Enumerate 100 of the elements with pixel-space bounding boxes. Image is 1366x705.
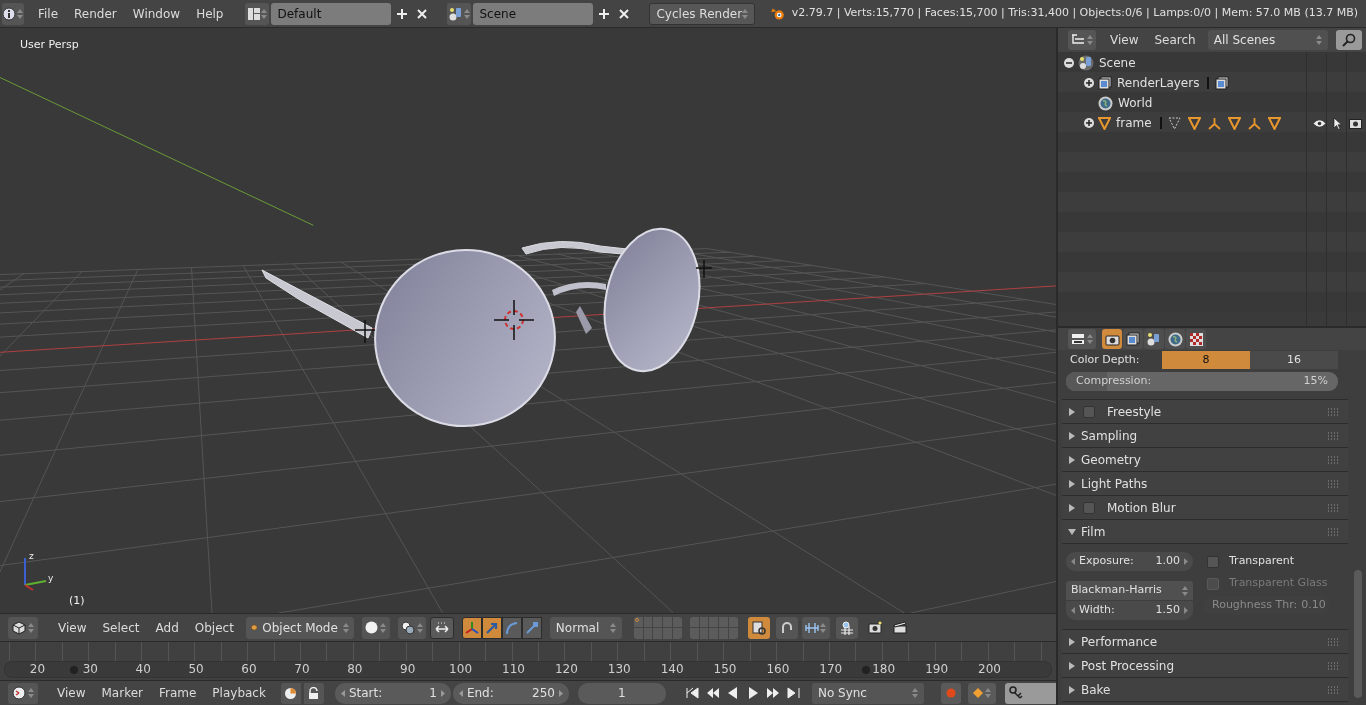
exposure-field[interactable]: Exposure: 1.00	[1066, 552, 1193, 571]
frame-ruler[interactable]: 20 30 40 50 60 70 80 90 100 110 120 130 140 150 160 170 180 190 200	[4, 661, 1052, 678]
camera-icon[interactable]	[1349, 117, 1362, 129]
editor-type-button[interactable]	[8, 616, 38, 639]
manipulator-button[interactable]	[481, 616, 502, 639]
editor-type-button[interactable]	[1068, 329, 1096, 349]
menu-item[interactable]: Search	[1146, 29, 1204, 51]
editor-type-button[interactable]	[1068, 30, 1096, 50]
pivot-dropdown[interactable]	[397, 616, 426, 639]
left-arrow-icon[interactable]	[1071, 607, 1075, 614]
transform-mode-button[interactable]	[429, 616, 454, 639]
menu-item[interactable]: Frame	[150, 682, 205, 704]
menu-item[interactable]: Add	[147, 616, 187, 639]
minus-icon	[1065, 59, 1073, 67]
menu-item[interactable]: View	[50, 616, 95, 639]
current-frame-field[interactable]: 1	[577, 682, 666, 704]
menu-item[interactable]: Playback	[204, 682, 274, 704]
color-depth-option[interactable]: 8	[1162, 351, 1250, 369]
drag-handle-icon	[1328, 431, 1340, 440]
properties-tab[interactable]	[1123, 329, 1143, 349]
triangle-icon	[1098, 116, 1111, 130]
right-arrow-icon[interactable]	[1184, 607, 1188, 614]
manipulator-button[interactable]	[521, 616, 542, 639]
updown-icon	[1087, 333, 1093, 345]
lock-range-button[interactable]	[303, 682, 324, 704]
search-icon	[1342, 33, 1356, 47]
info-editor-button[interactable]	[2, 2, 24, 25]
properties-tab[interactable]	[1165, 329, 1185, 349]
view-name-label: User Persp	[20, 37, 79, 53]
compression-slider[interactable]: Compression: 15%	[1066, 372, 1338, 391]
previous-keyframe-icon	[705, 686, 720, 700]
menu-item[interactable]: Select	[94, 616, 148, 639]
layer-button[interactable]	[633, 616, 643, 627]
menu-item[interactable]: File	[29, 2, 67, 25]
properties-tab[interactable]	[1102, 329, 1122, 349]
axes-toggle[interactable]	[461, 616, 482, 639]
layout-selector[interactable]	[245, 2, 270, 25]
layout-name-field[interactable]: Default	[271, 2, 392, 25]
menu-item[interactable]: View	[1102, 29, 1147, 51]
properties-tab[interactable]	[1144, 329, 1164, 349]
menu-item[interactable]: Render	[66, 2, 125, 25]
menu-item[interactable]: Help	[188, 2, 232, 25]
search-button[interactable]	[1336, 30, 1362, 50]
tripod-icon	[1247, 116, 1261, 130]
drag-handle-icon	[1328, 527, 1340, 536]
menu-item[interactable]: View	[49, 682, 94, 704]
shading-dropdown[interactable]	[361, 616, 390, 639]
filter-width-field[interactable]: Width: 1.50	[1066, 601, 1193, 620]
sync-dropdown[interactable]: No Sync	[811, 682, 924, 704]
updown-icon	[380, 621, 387, 634]
expand-toggle[interactable]	[1064, 58, 1074, 68]
scene-name-field[interactable]: Scene	[473, 2, 594, 25]
orientation-dropdown[interactable]: Normal	[549, 616, 622, 639]
cursor-icon[interactable]	[1333, 116, 1342, 130]
eye-icon[interactable]	[1313, 118, 1326, 128]
tree-item-label[interactable]: Scene	[1099, 54, 1136, 72]
frame-number: 140	[660, 662, 684, 677]
preview-range-button[interactable]	[280, 682, 301, 704]
frame-number: 110	[502, 662, 525, 677]
collapsed-triangle-icon	[1068, 685, 1076, 694]
right-arrow-icon[interactable]	[1184, 558, 1188, 565]
3d-cursor-icon	[493, 299, 535, 341]
manipulator-button[interactable]	[501, 616, 522, 639]
image-layers-icon	[1215, 76, 1230, 90]
checkbox[interactable]	[1207, 555, 1219, 568]
editor-type-button[interactable]	[8, 682, 38, 704]
expand-toggle[interactable]	[1084, 78, 1094, 88]
display-mode-dropdown[interactable]: All Scenes	[1207, 30, 1328, 50]
tree-item-label[interactable]: World	[1118, 94, 1153, 112]
snap-button[interactable]	[775, 616, 798, 639]
expand-toggle[interactable]	[1084, 118, 1094, 128]
timeline[interactable]: 20 30 40 50 60 70 80 90 100 110 120 130 140 150 160 170 180 190 200	[0, 641, 1056, 680]
menu-item[interactable]: Object	[186, 616, 242, 639]
image-layers-icon	[1098, 76, 1112, 90]
checkbox[interactable]	[1083, 405, 1095, 418]
snap-element-dropdown[interactable]	[801, 616, 830, 639]
left-arrow-icon[interactable]	[1071, 558, 1075, 565]
scrollbar-thumb[interactable]	[1354, 570, 1362, 698]
lock-camera-button[interactable]	[747, 616, 770, 639]
menu-item[interactable]: Window	[124, 2, 189, 25]
properties-tab[interactable]	[1186, 329, 1206, 349]
filter-type-dropdown[interactable]: Blackman-Harris	[1066, 581, 1193, 600]
snap-target-button[interactable]	[835, 616, 858, 639]
menu-item[interactable]: Marker	[93, 682, 151, 704]
plus-icon	[1085, 79, 1093, 87]
tree-item-label[interactable]: frame	[1116, 114, 1152, 132]
frame-number: 80	[347, 662, 363, 677]
color-depth-option[interactable]: 16	[1250, 351, 1338, 369]
scene-selector[interactable]	[447, 2, 472, 25]
arrow-icon	[484, 620, 499, 635]
render-engine-dropdown[interactable]: Cycles Render	[649, 2, 756, 25]
keying-set-field[interactable]	[1004, 682, 1056, 704]
keying-dropdown[interactable]	[967, 682, 996, 704]
tree-item-label[interactable]: RenderLayers	[1117, 74, 1200, 92]
magnet-icon	[779, 620, 794, 635]
checkbox[interactable]	[1083, 501, 1095, 514]
next-keyframe-icon	[765, 686, 780, 700]
mode-dropdown[interactable]: Object Mode	[245, 616, 354, 639]
updown-icon	[820, 621, 827, 634]
frame-number: 160	[766, 662, 790, 677]
